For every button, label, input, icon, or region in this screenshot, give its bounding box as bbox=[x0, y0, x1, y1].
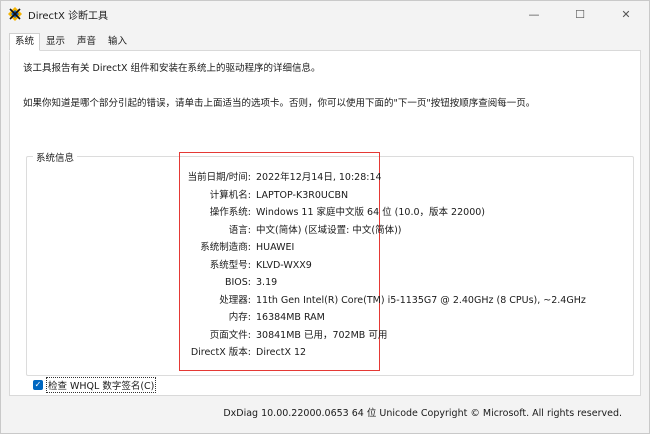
info-row-computer-name: 计算机名: LAPTOP-K3R0UCBN bbox=[160, 189, 560, 203]
info-row-model: 系统型号: KLVD-WXX9 bbox=[160, 259, 560, 273]
version-footer: DxDiag 10.00.22000.0653 64 位 Unicode Cop… bbox=[223, 408, 622, 419]
info-row-manufacturer: 系统制造商: HUAWEI bbox=[160, 241, 560, 255]
tab-strip: 系统 显示 声音 输入 bbox=[9, 33, 133, 51]
tab-display[interactable]: 显示 bbox=[40, 33, 71, 50]
tab-sound[interactable]: 声音 bbox=[71, 33, 102, 50]
info-row-directx-version: DirectX 版本: DirectX 12 bbox=[160, 346, 560, 360]
info-value: 11th Gen Intel(R) Core(TM) i5-1135G7 @ 2… bbox=[256, 294, 586, 306]
info-label: 当前日期/时间: bbox=[187, 172, 251, 183]
whql-checkbox-row[interactable]: ✓ 检查 WHQL 数字签名(C) bbox=[33, 377, 157, 393]
info-value: DirectX 12 bbox=[256, 347, 307, 358]
info-value: LAPTOP-K3R0UCBN bbox=[256, 189, 349, 201]
info-value: 16384MB RAM bbox=[256, 312, 325, 323]
info-value: KLVD-WXX9 bbox=[256, 259, 312, 271]
info-value: 2022年12月14日, 10:28:14 bbox=[256, 172, 382, 183]
info-row-memory: 内存: 16384MB RAM bbox=[160, 311, 560, 325]
info-label: 系统制造商: bbox=[200, 242, 251, 253]
title-bar: DirectX 诊断工具 — ☐ ✕ bbox=[1, 1, 649, 27]
info-row-processor: 处理器: 11th Gen Intel(R) Core(TM) i5-1135G… bbox=[160, 294, 586, 308]
system-info-group-title: 系统信息 bbox=[33, 150, 78, 164]
close-button[interactable]: ✕ bbox=[603, 1, 649, 27]
info-label: 语言: bbox=[228, 224, 251, 236]
minimize-button[interactable]: — bbox=[511, 1, 557, 27]
whql-checkbox[interactable]: ✓ bbox=[33, 380, 43, 390]
info-value: 30841MB 已用，702MB 可用 bbox=[256, 329, 388, 341]
info-label: 页面文件: bbox=[209, 329, 251, 341]
system-tab-panel: 该工具报告有关 DirectX 组件和安装在系统上的驱动程序的详细信息。 如果你… bbox=[9, 50, 641, 396]
maximize-button[interactable]: ☐ bbox=[557, 1, 603, 27]
info-value: Windows 11 家庭中文版 64 位 (10.0，版本 22000) bbox=[256, 207, 485, 218]
info-label: DirectX 版本: bbox=[190, 347, 251, 358]
info-label: 操作系统: bbox=[209, 207, 251, 218]
info-label: 系统型号: bbox=[209, 259, 251, 271]
info-label: 处理器: bbox=[219, 294, 251, 306]
info-value: HUAWEI bbox=[256, 242, 295, 253]
info-row-language: 语言: 中文(简体) (区域设置: 中文(简体)) bbox=[160, 224, 560, 238]
info-value: 3.19 bbox=[256, 277, 278, 288]
intro-text-2: 如果你知道是哪个部分引起的错误，请单击上面适当的选项卡。否则，你可以使用下面的"… bbox=[23, 98, 536, 109]
dxdiag-window: DirectX 诊断工具 — ☐ ✕ 系统 显示 声音 输入 该工具报告有关 D… bbox=[0, 0, 650, 434]
info-label: 计算机名: bbox=[209, 189, 251, 201]
intro-text-1: 该工具报告有关 DirectX 组件和安装在系统上的驱动程序的详细信息。 bbox=[23, 63, 321, 74]
info-row-bios: BIOS: 3.19 bbox=[160, 276, 560, 290]
info-label: BIOS: bbox=[224, 277, 251, 288]
info-value: 中文(简体) (区域设置: 中文(简体)) bbox=[256, 224, 402, 236]
directx-icon bbox=[7, 6, 23, 22]
info-row-os: 操作系统: Windows 11 家庭中文版 64 位 (10.0，版本 220… bbox=[160, 206, 560, 220]
info-row-page-file: 页面文件: 30841MB 已用，702MB 可用 bbox=[160, 329, 560, 343]
tab-input[interactable]: 输入 bbox=[102, 33, 133, 50]
window-title: DirectX 诊断工具 bbox=[28, 11, 108, 22]
tab-system[interactable]: 系统 bbox=[9, 33, 41, 51]
whql-checkbox-label[interactable]: 检查 WHQL 数字签名(C) bbox=[46, 377, 157, 393]
info-label: 内存: bbox=[228, 312, 251, 323]
info-row-datetime: 当前日期/时间: 2022年12月14日, 10:28:14 bbox=[160, 171, 560, 185]
